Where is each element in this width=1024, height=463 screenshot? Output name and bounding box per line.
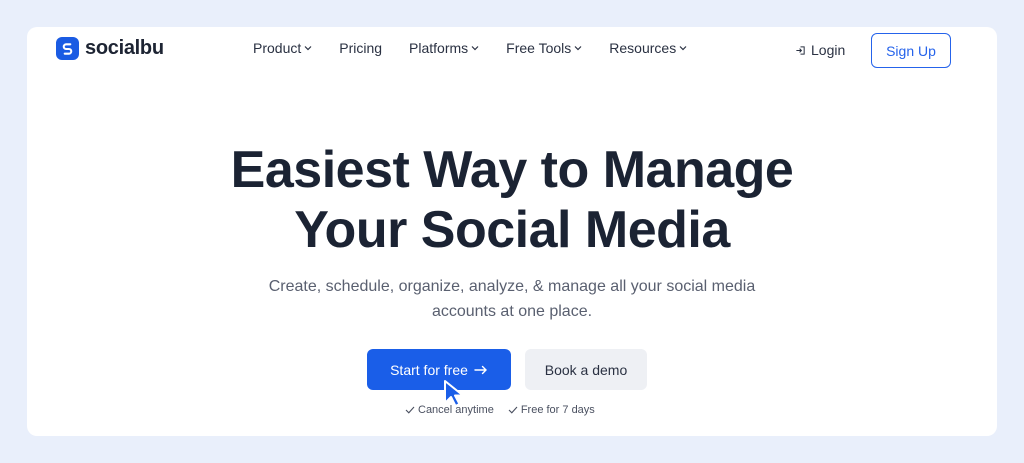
arrow-right-icon (474, 365, 487, 374)
hero-title: Easiest Way to Manage Your Social Media (27, 140, 997, 260)
nav-item-pricing[interactable]: Pricing (339, 40, 382, 56)
perk-item: Free for 7 days (508, 404, 595, 416)
check-icon (508, 406, 518, 414)
chevron-down-icon (574, 46, 582, 51)
sign-up-button[interactable]: Sign Up (871, 33, 951, 68)
brand-name: socialbu (85, 37, 164, 59)
start-for-free-button[interactable]: Start for free (367, 349, 511, 390)
socialbu-logo-icon (56, 37, 79, 60)
nav-item-label: Free Tools (506, 40, 572, 56)
login-icon (796, 45, 805, 55)
nav-item-free-tools[interactable]: Free Tools (506, 40, 582, 56)
login-link[interactable]: Login (795, 42, 845, 58)
book-a-demo-button[interactable]: Book a demo (525, 349, 647, 390)
chevron-down-icon (304, 46, 312, 51)
chevron-down-icon (471, 46, 479, 51)
chevron-down-icon (679, 46, 687, 51)
nav-item-label: Pricing (339, 40, 383, 56)
nav-item-resources[interactable]: Resources (609, 40, 687, 56)
hero-subtitle-line-2: accounts at one place. (431, 303, 593, 320)
check-icon (405, 406, 415, 414)
hero-title-line-2: Your Social Media (294, 201, 730, 259)
nav-item-label: Platforms (409, 40, 469, 56)
perks-list: Cancel anytime Free for 7 days (405, 404, 595, 416)
nav-item-platforms[interactable]: Platforms (409, 40, 479, 56)
hero-title-line-1: Easiest Way to Manage (230, 141, 794, 199)
nav-item-label: Resources (609, 40, 677, 56)
perk-label: Cancel anytime (418, 404, 494, 416)
brand-logo[interactable]: socialbu (56, 37, 164, 60)
hero-subtitle-line-1: Create, schedule, organize, analyze, & m… (268, 278, 756, 295)
hero-subtitle: Create, schedule, organize, analyze, & m… (27, 274, 997, 324)
login-label: Login (811, 42, 846, 58)
nav-item-label: Product (253, 40, 302, 56)
page-card: socialbu Product Pricing Platforms Free … (27, 27, 997, 436)
nav-item-product[interactable]: Product (253, 40, 312, 56)
perk-label: Free for 7 days (520, 404, 595, 416)
start-for-free-label: Start for free (390, 361, 468, 378)
main-nav: Product Pricing Platforms Free Tools Res… (253, 40, 714, 56)
perk-item: Cancel anytime (405, 404, 494, 416)
